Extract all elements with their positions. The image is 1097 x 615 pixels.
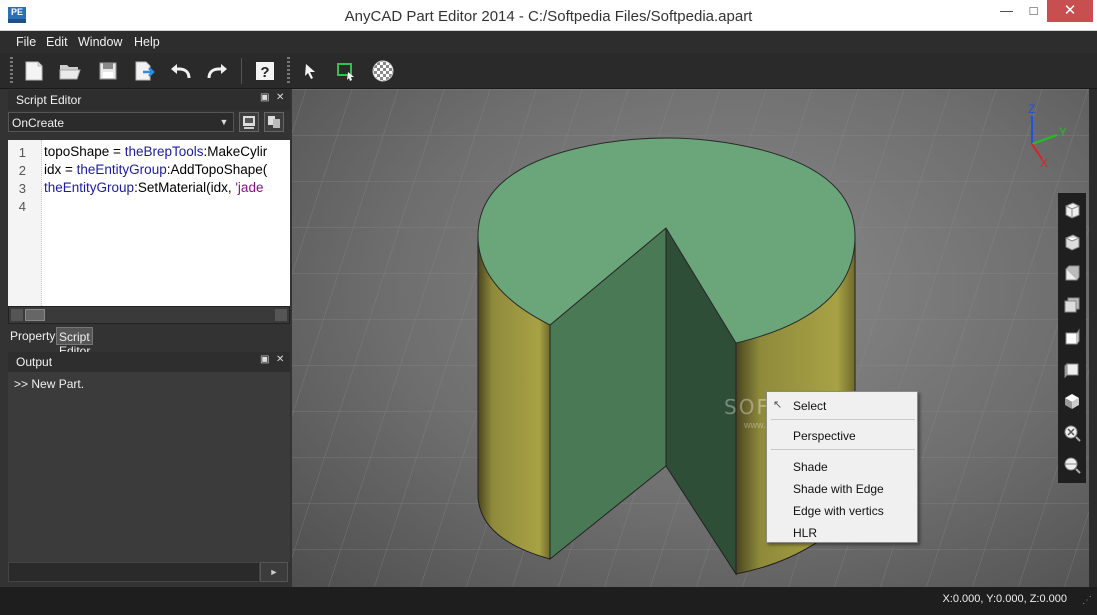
view-front-icon[interactable] xyxy=(1062,263,1082,283)
event-select[interactable]: OnCreate ▼ xyxy=(8,112,234,132)
new-icon[interactable] xyxy=(21,58,47,84)
export-icon[interactable] xyxy=(132,58,158,84)
tab-property[interactable]: Property xyxy=(8,327,57,345)
save-icon[interactable] xyxy=(95,58,121,84)
axis-label-y: Y xyxy=(1059,125,1067,139)
redo-icon[interactable] xyxy=(204,58,230,84)
line-number: 1 xyxy=(18,145,26,160)
line-number: 4 xyxy=(18,199,26,214)
view-top-icon[interactable] xyxy=(1062,231,1082,251)
zoom-all-icon[interactable] xyxy=(1062,423,1082,443)
line-number: 2 xyxy=(18,163,26,178)
menu-bar: File Edit Window Help xyxy=(0,31,1097,53)
viewport-canvas: Z Y X xyxy=(292,89,1089,587)
tab-script-editor[interactable]: Script Editor xyxy=(56,327,94,358)
close-panel-icon[interactable]: ✕ xyxy=(276,354,284,365)
resize-grip-icon[interactable]: ⋰ xyxy=(1082,595,1092,606)
menu-item-shade-with-edge[interactable]: Shade with Edge xyxy=(793,482,884,496)
float-panel-icon[interactable]: ▣ xyxy=(260,92,269,103)
script-editor-title: Script Editor xyxy=(16,93,82,107)
material-sphere-icon[interactable] xyxy=(370,58,396,84)
output-line: >> New Part. xyxy=(14,377,85,391)
menu-help[interactable]: Help xyxy=(134,35,160,49)
chevron-down-icon[interactable]: ▼ xyxy=(217,114,231,130)
close-panel-icon[interactable]: ✕ xyxy=(276,92,284,103)
view-axo-icon[interactable] xyxy=(1062,391,1082,411)
view-iso-icon[interactable] xyxy=(1062,199,1082,219)
undo-icon[interactable] xyxy=(168,58,194,84)
menu-window[interactable]: Window xyxy=(78,35,122,49)
toolbar-separator xyxy=(241,58,242,84)
axis-label-x: X xyxy=(1040,156,1048,170)
menu-file[interactable]: File xyxy=(16,35,36,49)
output-header: Output ▣ ✕ xyxy=(8,352,290,372)
view-right-icon[interactable] xyxy=(1062,359,1082,379)
event-select-value: OnCreate xyxy=(12,116,65,130)
code-line: topoShape = theBrepTools:MakeCylir xyxy=(44,144,268,159)
code-editor[interactable]: 1 2 3 4 topoShape = theBrepTools:MakeCyl… xyxy=(8,140,290,306)
cursor-coordinates: X:0.000, Y:0.000, Z:0.000 xyxy=(942,593,1067,605)
line-number-gutter: 1 2 3 4 xyxy=(8,140,42,306)
scroll-left-arrow[interactable] xyxy=(11,309,23,321)
3d-viewport[interactable]: Z Y X xyxy=(292,89,1089,587)
menu-separator xyxy=(771,419,915,420)
maximize-button[interactable]: □ xyxy=(1020,0,1047,22)
main-toolbar: ? xyxy=(0,53,1097,89)
svg-text:?: ? xyxy=(260,64,269,81)
zoom-window-icon[interactable] xyxy=(1062,455,1082,475)
line-number: 3 xyxy=(18,181,26,196)
menu-item-shade[interactable]: Shade xyxy=(793,460,828,474)
execute-command-button[interactable]: ► xyxy=(260,562,288,582)
code-line: idx = theEntityGroup:AddTopoShape( xyxy=(44,162,268,177)
editor-horizontal-scrollbar[interactable] xyxy=(8,306,290,324)
float-panel-icon[interactable]: ▣ xyxy=(260,354,269,365)
script-options-button[interactable] xyxy=(264,112,284,132)
status-bar: X:0.000, Y:0.000, Z:0.000 ⋰ xyxy=(0,587,1097,615)
window-title: AnyCAD Part Editor 2014 - C:/Softpedia F… xyxy=(344,8,753,25)
menu-item-hlr[interactable]: HLR xyxy=(793,526,817,540)
rect-select-icon[interactable] xyxy=(333,58,359,84)
select-cursor-icon: ↖ xyxy=(773,399,783,411)
left-dock: Script Editor ▣ ✕ OnCreate ▼ 1 2 3 4 top… xyxy=(0,89,292,587)
help-icon[interactable]: ? xyxy=(252,58,278,84)
output-title: Output xyxy=(16,355,53,369)
script-editor-header: Script Editor ▣ ✕ xyxy=(8,90,290,110)
scroll-thumb[interactable] xyxy=(25,309,45,321)
minimize-button[interactable]: — xyxy=(993,0,1020,22)
title-bar: PE AnyCAD Part Editor 2014 - C:/Softpedi… xyxy=(0,0,1097,31)
menu-item-edge-with-vertics[interactable]: Edge with vertics xyxy=(793,504,884,518)
open-icon[interactable] xyxy=(57,58,83,84)
view-back-icon[interactable] xyxy=(1062,295,1082,315)
command-input[interactable] xyxy=(8,562,260,582)
view-toolbar xyxy=(1058,193,1086,483)
select-pointer-icon[interactable] xyxy=(297,58,323,84)
menu-edit[interactable]: Edit xyxy=(46,35,68,49)
output-log: >> New Part. xyxy=(8,372,290,562)
close-button[interactable]: ✕ xyxy=(1047,0,1093,22)
code-line: theEntityGroup:SetMaterial(idx, 'jade xyxy=(44,180,264,195)
context-menu: ↖ Select Perspective Shade Shade with Ed… xyxy=(766,391,918,543)
axis-label-z: Z xyxy=(1028,102,1035,116)
toolbar-grip-2[interactable] xyxy=(287,57,290,85)
view-left-icon[interactable] xyxy=(1062,327,1082,347)
menu-separator xyxy=(771,449,915,450)
toolbar-grip[interactable] xyxy=(10,57,13,85)
menu-item-perspective[interactable]: Perspective xyxy=(793,429,856,443)
scroll-right-arrow[interactable] xyxy=(275,309,287,321)
run-script-button[interactable] xyxy=(239,112,259,132)
menu-item-select[interactable]: Select xyxy=(793,399,826,413)
